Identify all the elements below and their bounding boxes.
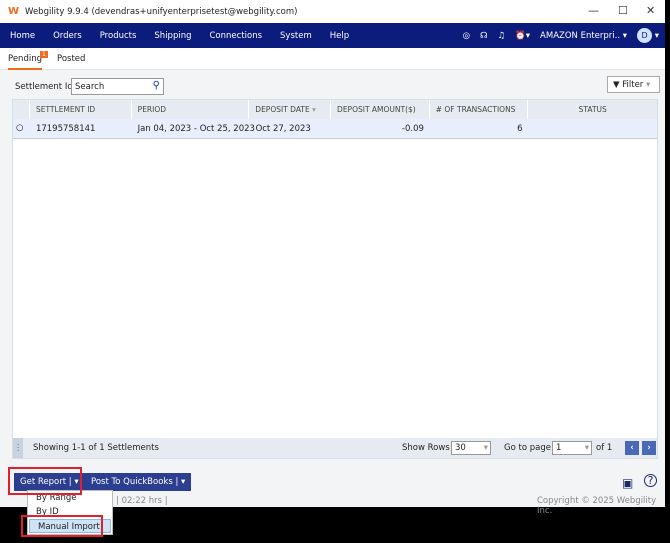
col-label: DEPOSIT DATE: [255, 105, 310, 114]
page-select[interactable]: 1 ▾: [552, 441, 592, 455]
activity-icon[interactable]: ◎: [463, 31, 470, 41]
showing-count: Showing 1-1 of 1 Settlements: [33, 443, 159, 453]
table-header: SETTLEMENT ID PERIOD DEPOSIT DATE ▾ DEPO…: [13, 100, 657, 119]
alarm-clock-icon[interactable]: ⏰▾: [515, 31, 530, 41]
tab-label: Pending: [8, 54, 42, 64]
cell-period: Jan 04, 2023 - Oct 25, 2023: [137, 124, 255, 134]
settlement-id-label: Settlement Id: [15, 82, 73, 92]
prev-page-button[interactable]: ‹: [625, 441, 639, 455]
window-title: Webgility 9.9.4 (devendras+unifyenterpri…: [25, 6, 298, 17]
sync-time: | 02:22 hrs |: [116, 496, 168, 506]
tab-bar: Pending 1 Posted: [0, 48, 665, 70]
search-input[interactable]: Search ⚲: [71, 78, 164, 95]
store-name: AMAZON Enterpri..: [540, 30, 621, 41]
tab-posted[interactable]: Posted: [57, 54, 85, 64]
headset-icon[interactable]: ☊: [480, 31, 488, 41]
post-to-quickbooks-button[interactable]: Post To QuickBooks | ▾: [85, 473, 192, 491]
cell-deposit-date: Oct 27, 2023: [255, 124, 311, 134]
drag-handle-icon[interactable]: ⋮: [13, 438, 23, 458]
bell-icon[interactable]: ♫: [498, 31, 506, 41]
avatar: D: [637, 28, 653, 43]
nav-shipping[interactable]: Shipping: [154, 31, 191, 41]
cell-amount: -0.09: [401, 124, 424, 134]
search-placeholder: Search: [75, 82, 105, 92]
col-period[interactable]: PERIOD: [132, 100, 250, 119]
next-page-button[interactable]: ›: [642, 441, 656, 455]
rows-value: 30: [455, 443, 466, 453]
nav-connections[interactable]: Connections: [210, 31, 263, 41]
copyright: Copyright © 2025 Webgility Inc.: [537, 496, 657, 516]
row-radio[interactable]: ○: [13, 119, 30, 138]
post-label: Post To QuickBooks: [91, 477, 173, 487]
pagination-bar: ⋮ Showing 1-1 of 1 Settlements Show Rows…: [13, 438, 657, 458]
close-button[interactable]: ✕: [646, 4, 655, 17]
col-status[interactable]: STATUS: [528, 100, 657, 119]
highlight-box: [8, 467, 82, 495]
main-nav: Home Orders Products Shipping Connection…: [0, 23, 665, 48]
webgility-logo-icon: W: [8, 6, 20, 17]
nav-products[interactable]: Products: [100, 31, 137, 41]
maximize-button[interactable]: ☐: [618, 4, 628, 17]
sort-desc-icon: ▾: [312, 105, 316, 114]
calendar-icon[interactable]: ▣: [622, 476, 633, 490]
app-window: W Webgility 9.9.4 (devendras+unifyenterp…: [0, 0, 665, 516]
show-rows-label: Show Rows: [402, 443, 450, 453]
chevron-down-icon[interactable]: ▾: [181, 477, 185, 487]
cell-settlement-id: 17195758141: [35, 124, 96, 134]
nav-system[interactable]: System: [280, 31, 312, 41]
cell-transactions: 6: [517, 124, 523, 134]
highlight-box: [21, 515, 103, 537]
page-total: of 1: [596, 443, 613, 453]
minimize-button[interactable]: —: [588, 4, 599, 17]
filter-icon: ▼: [613, 80, 620, 90]
nav-help[interactable]: Help: [330, 31, 349, 41]
tab-pending[interactable]: Pending 1: [8, 51, 48, 70]
goto-page-label: Go to page: [504, 443, 551, 453]
help-icon[interactable]: ?: [644, 474, 657, 487]
page-value: 1: [556, 443, 562, 453]
col-deposit-date[interactable]: DEPOSIT DATE ▾: [249, 100, 332, 119]
nav-home[interactable]: Home: [10, 31, 35, 41]
title-bar: W Webgility 9.9.4 (devendras+unifyenterp…: [0, 0, 665, 23]
filter-button[interactable]: ▼ Filter ▾: [607, 76, 660, 93]
pending-count-badge: 1: [40, 51, 48, 58]
settlements-table: SETTLEMENT ID PERIOD DEPOSIT DATE ▾ DEPO…: [12, 99, 658, 459]
nav-orders[interactable]: Orders: [53, 31, 82, 41]
search-icon[interactable]: ⚲: [153, 80, 160, 91]
filter-label: Filter: [622, 80, 644, 90]
user-menu[interactable]: D ▾: [637, 28, 659, 43]
cell-status: [529, 119, 658, 138]
col-transactions[interactable]: # OF TRANSACTIONS: [430, 100, 529, 119]
table-row[interactable]: ○ 17195758141 Jan 04, 2023 - Oct 25, 202…: [13, 119, 657, 139]
col-settlement-id[interactable]: SETTLEMENT ID: [30, 100, 132, 119]
store-selector[interactable]: AMAZON Enterpri.. ▾: [540, 31, 627, 41]
rows-per-page-select[interactable]: 30 ▾: [451, 441, 491, 455]
col-deposit-amount[interactable]: DEPOSIT AMOUNT($): [331, 100, 430, 119]
